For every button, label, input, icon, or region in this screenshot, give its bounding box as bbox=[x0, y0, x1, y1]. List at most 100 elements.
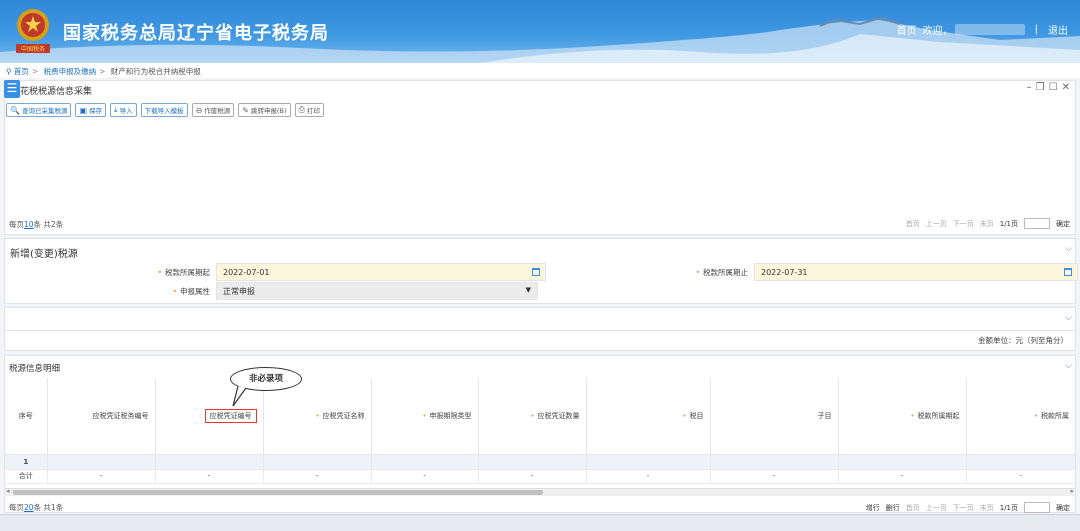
col-period-start-text: 税款所属期起 bbox=[917, 411, 960, 420]
pager-last[interactable]: 末页 bbox=[980, 219, 994, 229]
total-cell: - bbox=[966, 469, 1075, 484]
table-cell[interactable] bbox=[586, 454, 711, 470]
pager-prev[interactable]: 上一页 bbox=[926, 503, 947, 513]
pager-go-button[interactable]: 确定 bbox=[1056, 219, 1070, 229]
pager-next[interactable]: 下一页 bbox=[953, 219, 974, 229]
calendar-icon[interactable] bbox=[1064, 268, 1072, 276]
maximize-icon[interactable]: ☐ bbox=[1049, 82, 1062, 93]
query-collected-label: 查询已采集税源 bbox=[21, 107, 68, 115]
scroll-right-icon[interactable]: ▸ bbox=[1070, 487, 1074, 495]
col-voucher-no-text: 应税凭证编号 bbox=[209, 411, 252, 420]
pager-last[interactable]: 末页 bbox=[980, 503, 994, 513]
close-icon[interactable]: ✕ bbox=[1062, 82, 1074, 93]
amount-unit-note: 金额单位：元（列至角分） bbox=[978, 336, 1068, 345]
page-info-prefix: 每页 bbox=[9, 220, 24, 229]
horizontal-scrollbar[interactable]: ◂ ▸ bbox=[5, 487, 1075, 496]
pager-page-input[interactable] bbox=[1024, 218, 1050, 229]
declare-attr-select[interactable]: 正常申报 ▼ bbox=[216, 282, 538, 300]
import-icon: ⤓ bbox=[114, 105, 118, 114]
total-cell: - bbox=[263, 469, 372, 484]
page-info-suffix: 条 共2条 bbox=[33, 220, 64, 229]
header-home-link[interactable]: 首页 bbox=[897, 22, 917, 37]
search-icon: 🔍 bbox=[10, 105, 20, 115]
table-cell[interactable] bbox=[478, 454, 587, 470]
callout-tail bbox=[232, 386, 247, 407]
import-button[interactable]: ⤓ 导入 bbox=[110, 103, 137, 117]
scrollbar-thumb[interactable] bbox=[13, 490, 543, 495]
breadcrumb-tax-filing[interactable]: 税费申报及缴纳 bbox=[44, 67, 97, 76]
void-source-button[interactable]: ⊖ 作废税源 bbox=[191, 103, 235, 117]
total-cell: - bbox=[586, 469, 711, 484]
table-cell[interactable] bbox=[838, 454, 967, 470]
chevron-down-icon[interactable]: ⌵ bbox=[1065, 313, 1072, 323]
chevron-down-icon[interactable]: ⌵ bbox=[1065, 244, 1072, 254]
declare-attr-row: • 申报属性 正常申报 ▼ bbox=[6, 282, 538, 300]
scroll-left-icon[interactable]: ◂ bbox=[6, 487, 10, 495]
col-period-type-text: 申报期限类型 bbox=[429, 411, 472, 420]
period-start-input[interactable]: 2022-07-01 bbox=[216, 263, 546, 281]
welcome-text: 欢迎， bbox=[922, 26, 953, 37]
total-label: 合计 bbox=[5, 469, 48, 484]
page-info-suffix: 条 共1条 bbox=[33, 503, 64, 512]
collapsible-panel bbox=[4, 307, 1076, 331]
period-end-value: 2022-07-31 bbox=[761, 267, 808, 277]
query-collected-button[interactable]: 🔍 查询已采集税源 bbox=[6, 103, 72, 117]
calendar-icon[interactable] bbox=[532, 268, 540, 276]
table-cell[interactable] bbox=[966, 454, 1075, 470]
jump-declare-button[interactable]: ✎ 跳转申报(B) bbox=[238, 103, 291, 117]
col-sub-item: 子目 bbox=[710, 378, 839, 455]
row-index: 1 bbox=[5, 454, 48, 470]
restore-icon[interactable]: ❐ bbox=[1036, 82, 1049, 93]
col-index: 序号 bbox=[5, 378, 48, 455]
void-icon: ⊖ bbox=[195, 105, 203, 115]
pager-first[interactable]: 首页 bbox=[906, 219, 920, 229]
table-cell[interactable] bbox=[710, 454, 839, 470]
logout-link[interactable]: 退出 bbox=[1048, 22, 1068, 37]
pager-go-button[interactable]: 确定 bbox=[1056, 503, 1070, 513]
detail-title: 税源信息明细 bbox=[9, 364, 61, 374]
table-row[interactable]: 1 bbox=[5, 454, 1075, 470]
pager-next[interactable]: 下一页 bbox=[953, 503, 974, 513]
col-tax-item-text: 税目 bbox=[689, 411, 704, 420]
save-button[interactable]: ▣ 保存 bbox=[75, 103, 107, 117]
page-size-link[interactable]: 10 bbox=[24, 220, 34, 229]
dropdown-arrow-icon[interactable]: ▼ bbox=[526, 286, 531, 294]
period-start-label: • 税款所属期起 bbox=[157, 267, 210, 277]
table-cell[interactable] bbox=[371, 454, 479, 470]
download-template-button[interactable]: 下载导入模板 bbox=[140, 103, 188, 117]
col-voucher-tax-no: 应税凭证税务编号 bbox=[47, 378, 156, 455]
location-pin-icon: ⚲ bbox=[6, 67, 12, 76]
print-button[interactable]: ⎙ 打印 bbox=[294, 103, 324, 117]
delete-row-button[interactable]: 删行 bbox=[886, 503, 900, 513]
collect-pager: 首页 上一页 下一页 末页 1/1页 确定 bbox=[906, 218, 1070, 229]
table-cell[interactable] bbox=[263, 454, 372, 470]
pager-first[interactable]: 首页 bbox=[906, 503, 920, 513]
void-source-label: 作废税源 bbox=[204, 107, 231, 115]
period-start-label-text: 税款所属期起 bbox=[165, 267, 210, 277]
pager-prev[interactable]: 上一页 bbox=[926, 219, 947, 229]
period-end-label-text: 税款所属期止 bbox=[703, 267, 748, 277]
page-info-prefix: 每页 bbox=[9, 503, 24, 512]
user-name-redacted bbox=[954, 24, 1025, 35]
chevron-down-icon[interactable]: ⌵ bbox=[1065, 361, 1072, 371]
col-voucher-count-text: 应税凭证数量 bbox=[537, 411, 580, 420]
tax-emblem-icon: 中国税务 bbox=[16, 9, 50, 53]
breadcrumb-home[interactable]: 首页 bbox=[14, 67, 29, 76]
period-end-input[interactable]: 2022-07-31 bbox=[754, 263, 1078, 281]
breadcrumb-current: 财产和行为税合并纳税申报 bbox=[110, 67, 201, 76]
import-label: 导入 bbox=[119, 107, 133, 115]
add-row-button[interactable]: 增行 bbox=[866, 503, 880, 513]
minimize-icon[interactable]: – bbox=[1027, 82, 1036, 93]
menu-toggle-button[interactable]: ☰ bbox=[4, 80, 20, 98]
table-header-row: 序号 应税凭证税务编号 应税凭证编号 • 应税凭证名称 • 申报期限类型 • 应税凭证… bbox=[5, 378, 1075, 455]
collect-toolbar: 🔍 查询已采集税源 ▣ 保存 ⤓ 导入 下载导入模板 ⊖ 作废税源 ✎ 跳转申报(B) ⎙… bbox=[6, 103, 324, 117]
pager-page-input[interactable] bbox=[1024, 502, 1050, 513]
table-cell[interactable] bbox=[47, 454, 156, 470]
highlight-box: 应税凭证编号 bbox=[204, 408, 257, 423]
table-cell[interactable] bbox=[155, 454, 264, 470]
site-header: 中国税务 国家税务总局辽宁省电子税务局 首页 欢迎， | 退出 bbox=[0, 0, 1080, 63]
col-tax-item: • 税目 bbox=[586, 378, 711, 455]
page-size-link[interactable]: 20 bbox=[24, 503, 34, 512]
bottom-strip bbox=[0, 514, 1080, 531]
edit-icon: ✎ bbox=[242, 105, 249, 115]
